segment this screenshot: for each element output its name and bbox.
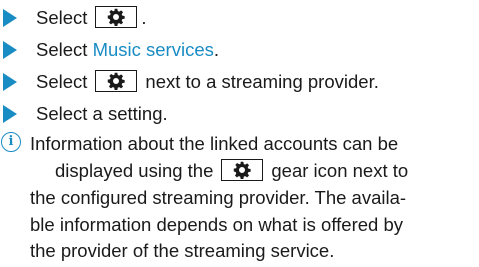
info-icon: i	[1, 132, 21, 152]
info-text: Information about the linked accounts ca…	[30, 133, 399, 154]
triangle-arrow-icon	[3, 73, 17, 91]
info-text-tail: gear icon next to	[271, 160, 409, 181]
info-line-3: the configured streaming provider. The a…	[30, 185, 406, 211]
info-line-4: ble information depends on what is offer…	[30, 212, 403, 238]
instruction-step-1: Select .	[0, 2, 147, 34]
gear-button-icon	[95, 6, 138, 28]
gear-icon	[108, 8, 126, 26]
info-line-2: displayed using the gear icon next to	[55, 158, 408, 184]
gear-button-icon	[221, 159, 264, 181]
gear-icon	[234, 161, 252, 179]
step-text-tail: .	[213, 39, 220, 60]
info-text: the provider of the streaming service.	[30, 240, 335, 261]
gear-button-icon	[95, 70, 138, 92]
instruction-step-2: Select Music services.	[0, 34, 219, 66]
info-text: ble information depends on what is offer…	[30, 214, 403, 235]
triangle-arrow-icon	[3, 105, 17, 123]
step-text: Select	[36, 39, 88, 60]
info-line-1: Information about the linked accounts ca…	[30, 131, 398, 157]
step-text: Select	[36, 71, 88, 92]
music-services-link[interactable]: Music services	[93, 39, 214, 61]
step-text: Select	[36, 7, 88, 28]
instruction-step-3: Select next to a streaming provider.	[0, 66, 379, 98]
info-text: the configured streaming provider. The a…	[30, 187, 407, 208]
step-text-tail: next to a streaming provider.	[145, 71, 379, 92]
step-text: Select a setting.	[36, 103, 168, 124]
triangle-arrow-icon	[3, 9, 17, 27]
triangle-arrow-icon	[3, 41, 17, 59]
info-text: displayed using the	[55, 160, 214, 181]
step-text-tail: .	[141, 7, 147, 28]
info-line-5: the provider of the streaming service.	[30, 238, 334, 264]
gear-icon	[108, 72, 126, 90]
instruction-step-4: Select a setting.	[0, 98, 168, 130]
